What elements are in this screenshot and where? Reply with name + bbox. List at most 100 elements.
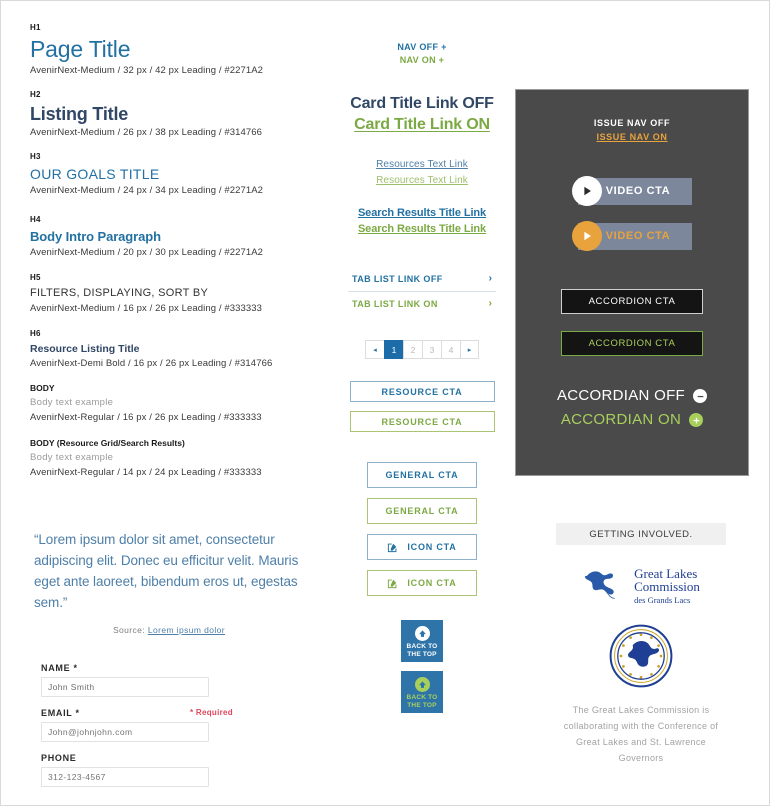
type-tag: H4 [30,215,41,224]
name-input[interactable] [41,677,209,697]
edit-square-icon [387,578,398,589]
tab-list-link-off[interactable]: TAB LIST LINK OFF › [348,267,496,292]
card-title-link-off[interactable]: Card Title Link OFF [331,93,513,114]
resource-cta-off[interactable]: RESOURCE CTA [349,381,495,402]
dark-theme-panel: ISSUE NAV OFF ISSUE NAV ON VIDEO CTA VID… [515,89,749,476]
accordian-off-row[interactable]: ACCORDIAN OFF [516,384,748,408]
quote-source-prefix: Source: [112,625,148,635]
resources-text-link-off[interactable]: Resources Text Link [331,157,513,173]
quote-source: Source: Lorem ipsum dolor [34,625,304,635]
issue-nav-on[interactable]: ISSUE NAV ON [516,130,748,144]
general-cta-on[interactable]: GENERAL CTA [367,498,477,524]
form-field-name: NAME * [41,663,241,697]
pagination-page-2[interactable]: 2 [403,340,422,359]
accordion-cta-on[interactable]: ACCORDION CTA [561,331,703,356]
back-to-top-line1: BACK TO [406,643,438,650]
play-icon [571,221,602,251]
pagination-page-1[interactable]: 1 [384,340,403,359]
accordian-on-label: ACCORDIAN ON [560,411,682,428]
nav-link-on[interactable]: NAV ON + [331,54,513,67]
resources-text-link-on[interactable]: Resources Text Link [331,173,513,189]
body-label: BODY (Resource Grid/Search Results) [30,438,185,448]
type-sample: Page Title [30,36,131,62]
type-spec: AvenirNext-Medium / 20 px / 30 px Leadin… [30,247,264,258]
video-cta-off[interactable]: VIDEO CTA [516,176,748,206]
phone-input[interactable] [41,767,209,787]
type-spec-h2: H2 Listing Title AvenirNext-Medium / 26 … [30,90,320,139]
type-tag: H6 [30,329,41,338]
logo-wordmark: Great Lakes Commission des Grands Lacs [634,567,700,606]
video-cta-on[interactable]: VIDEO CTA [516,221,748,251]
type-spec: AvenirNext-Medium / 32 px / 42 px Leadin… [30,65,264,76]
quote-source-link[interactable]: Lorem ipsum dolor [148,625,225,635]
tab-label: TAB LIST LINK OFF [352,273,443,284]
icon-cta-off[interactable]: ICON CTA [367,534,477,560]
issue-nav-off[interactable]: ISSUE NAV OFF [516,116,748,130]
nav-link-off[interactable]: NAV OFF + [331,41,513,54]
type-spec: AvenirNext-Medium / 26 px / 38 px Leadin… [30,127,263,138]
back-to-top-line2: THE TOP [407,650,437,658]
type-spec: AvenirNext-Demi Bold / 16 px / 26 px Lea… [30,358,273,369]
search-results-title-link-off[interactable]: Search Results Title Link [331,205,513,221]
back-to-top-off[interactable]: BACK TO THE TOP [401,620,443,662]
getting-involved-section: GETTING INVOLVED. Great Lakes Commission… [556,523,726,766]
arrow-up-icon [414,626,430,641]
conference-seal-logo [556,624,726,688]
type-tag: H2 [30,90,41,99]
resource-cta-on[interactable]: RESOURCE CTA [349,411,495,432]
type-spec-h4: H4 Body Intro Paragraph AvenirNext-Mediu… [30,215,320,259]
pagination: ◂ 1 2 3 4 ▸ [331,340,513,359]
minus-circle-icon [693,389,708,403]
icon-cta-on[interactable]: ICON CTA [367,570,477,596]
type-spec: AvenirNext-Regular / 14 px / 24 px Leadi… [30,467,262,478]
type-tag: H3 [30,152,41,161]
back-to-top-label: BACK TO THE TOP [407,694,438,709]
accordion-cta-off[interactable]: ACCORDION CTA [561,289,703,314]
card-title-link-on[interactable]: Card Title Link ON [331,114,513,135]
type-spec: AvenirNext-Medium / 24 px / 34 px Leadin… [30,185,264,196]
chevron-right-icon: › [488,298,492,309]
search-results-title-link-on[interactable]: Search Results Title Link [331,221,513,237]
accordian-on-row[interactable]: ACCORDIAN ON [516,408,748,432]
pagination-next[interactable]: ▸ [460,340,479,359]
body-sample: Body text example [30,397,114,408]
email-input[interactable] [41,722,209,742]
chevron-right-icon: › [488,273,492,284]
great-lakes-commission-logo: Great Lakes Commission des Grands Lacs [556,563,726,610]
type-sample: FILTERS, DISPLAYING, SORT BY [30,287,209,299]
required-note: * Required [189,708,233,717]
type-spec-h6: H6 Resource Listing Title AvenirNext-Dem… [30,329,320,370]
pullquote-block: “Lorem ipsum dolor sit amet, consectetur… [34,529,304,635]
form-field-email: EMAIL * * Required [41,708,241,742]
style-guide-page: H1 Page Title AvenirNext-Medium / 32 px … [0,0,770,806]
type-sample: Listing Title [30,104,129,124]
logo-line-3: des Grands Lacs [634,595,691,605]
tab-list-link-on[interactable]: TAB LIST LINK ON › [348,292,496,316]
type-spec-body: BODY Body text example AvenirNext-Regula… [30,383,320,424]
type-spec-h5: H5 FILTERS, DISPLAYING, SORT BY AvenirNe… [30,273,320,315]
back-to-top-label: BACK TO THE TOP [407,643,438,658]
name-label: NAME * [41,663,78,673]
icon-cta-label: ICON CTA [407,578,457,588]
collaboration-note: The Great Lakes Commission is collaborat… [563,705,719,763]
pagination-page-3[interactable]: 3 [422,340,441,359]
type-sample: OUR GOALS TITLE [30,166,160,182]
general-cta-off[interactable]: GENERAL CTA [367,462,477,488]
tab-label: TAB LIST LINK ON [352,298,438,309]
back-to-top-line1: BACK TO [406,694,438,701]
play-icon [571,176,602,206]
type-spec: AvenirNext-Regular / 16 px / 26 px Leadi… [30,412,262,423]
back-to-top-on[interactable]: BACK TO THE TOP [401,671,443,713]
quote-text: “Lorem ipsum dolor sit amet, consectetur… [34,532,299,610]
typography-column: H1 Page Title AvenirNext-Medium / 32 px … [30,23,320,492]
edit-square-icon [387,542,398,553]
body-label: BODY [30,383,55,393]
components-column: NAV OFF + NAV ON + Card Title Link OFF C… [331,41,513,713]
tab-list: TAB LIST LINK OFF › TAB LIST LINK ON › [331,267,513,316]
pagination-page-4[interactable]: 4 [441,340,460,359]
type-tag: H5 [30,273,41,282]
arrow-up-icon [414,677,430,692]
logo-line-2: Commission [634,579,700,594]
icon-cta-label: ICON CTA [407,542,457,552]
pagination-prev[interactable]: ◂ [365,340,384,359]
